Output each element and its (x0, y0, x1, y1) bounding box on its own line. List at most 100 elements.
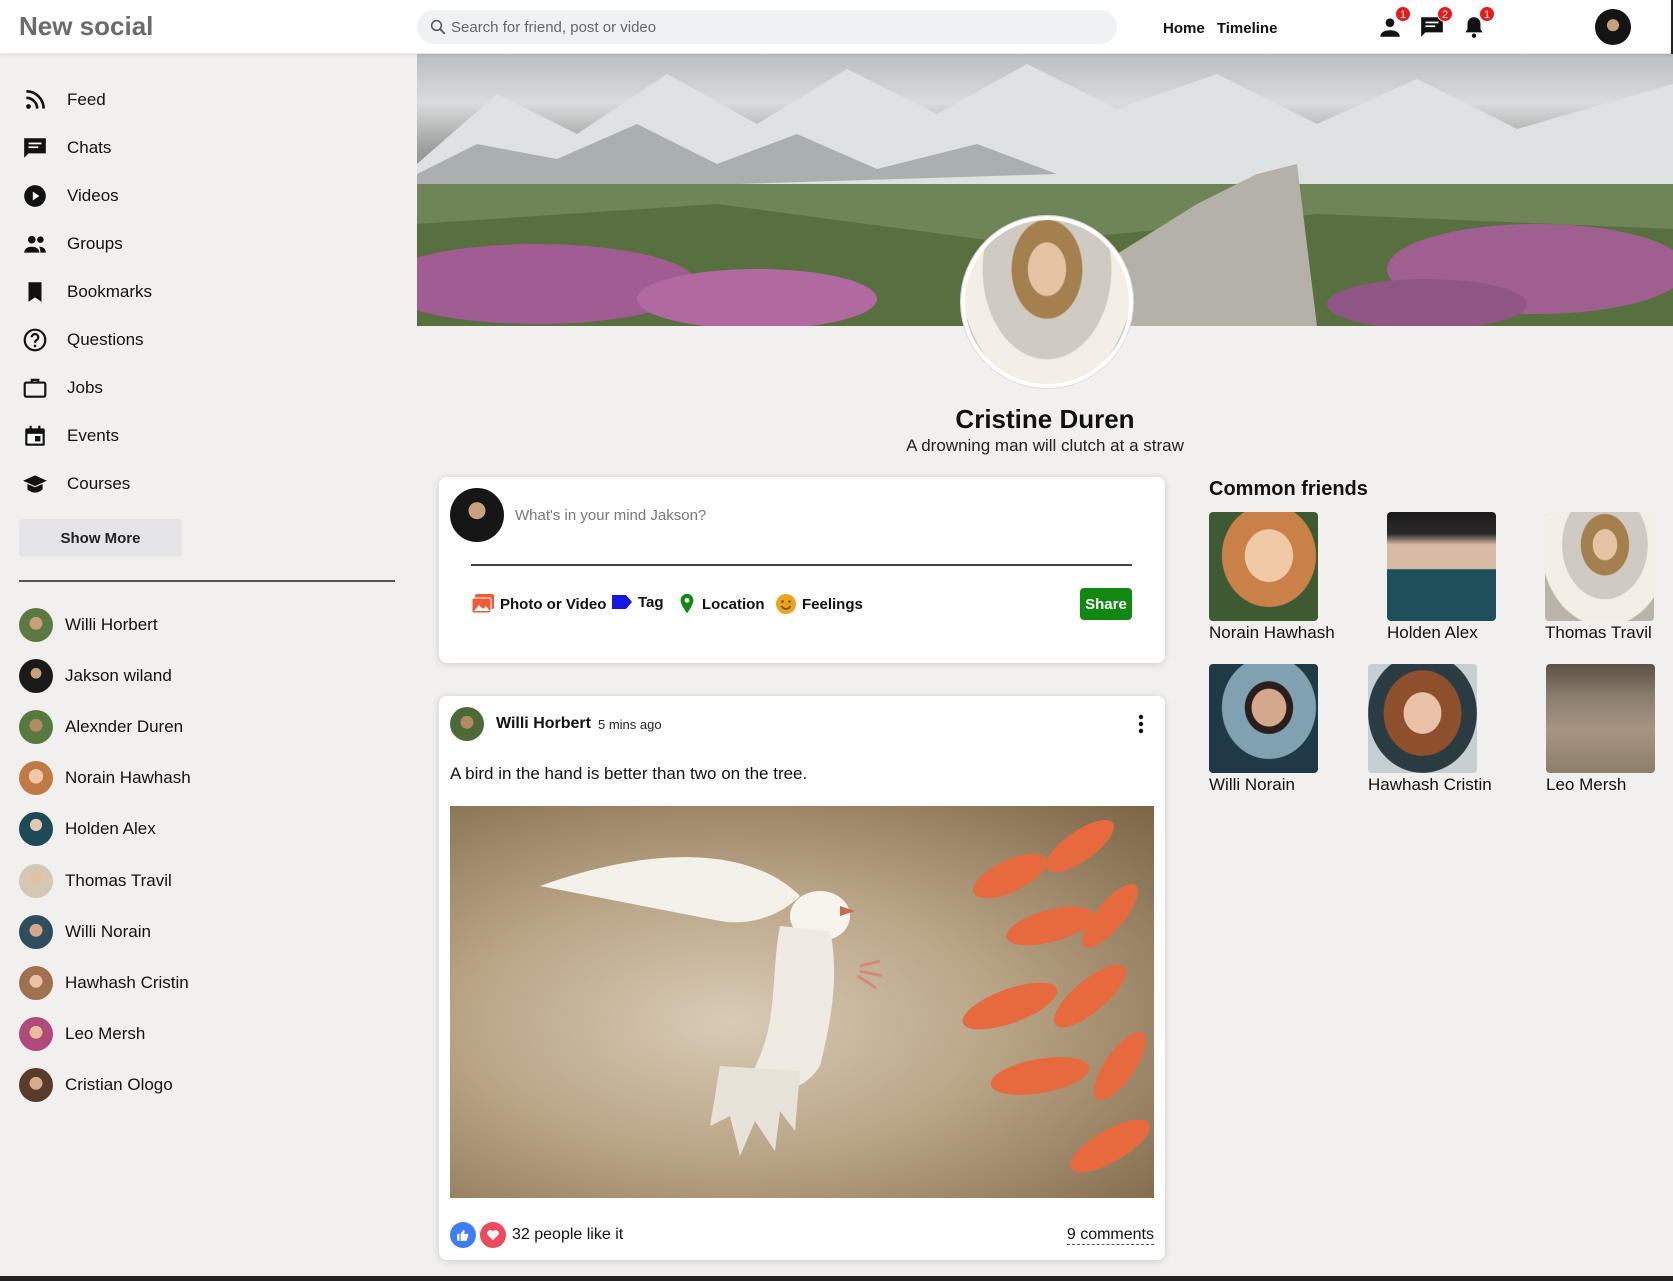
comments-link[interactable]: 9 comments (1066, 1226, 1154, 1245)
option-label: Feelings (802, 595, 863, 613)
friend-list-item[interactable]: Willi Norain (19, 906, 191, 957)
notifications-button[interactable]: 1 (1461, 6, 1495, 42)
avatar (19, 812, 53, 847)
friend-list-item[interactable]: Leo Mersh (19, 1009, 191, 1060)
tag-icon (612, 595, 632, 609)
more-options-icon[interactable] (1131, 712, 1151, 736)
friend-name: Leo Mersh (65, 1024, 146, 1044)
avatar (19, 607, 53, 642)
friend-name: Thomas Travil (65, 870, 172, 890)
sidebar-item-questions[interactable]: Questions (22, 316, 152, 364)
timeline-link[interactable]: Timeline (1217, 20, 1278, 37)
sidebar-item-label: Jobs (67, 378, 103, 397)
emoji-icon (776, 594, 796, 614)
bookmark-icon (28, 282, 42, 302)
sidebar-item-videos[interactable]: Videos (22, 172, 152, 220)
sidebar-item-events[interactable]: Events (22, 412, 152, 460)
friend-name: Hawhash Cristin (65, 972, 189, 992)
location-option[interactable]: Location (677, 593, 765, 615)
common-friend-card[interactable]: Willi Norain (1209, 664, 1318, 795)
composer-divider (471, 564, 1132, 566)
friend-name: Holden Alex (1387, 623, 1478, 642)
friend-photo (1209, 664, 1318, 773)
friend-name: Alexnder Duren (65, 716, 184, 736)
search-input[interactable] (451, 10, 1091, 44)
messages-badge: 2 (1437, 6, 1453, 22)
briefcase-icon (23, 378, 47, 398)
common-friend-card[interactable]: Holden Alex (1387, 512, 1496, 643)
friend-list-item[interactable]: Hawhash Cristin (19, 957, 191, 1008)
friend-list-item[interactable]: Alexnder Duren (19, 701, 191, 752)
tag-option[interactable]: Tag (611, 593, 664, 611)
profile-bio: A drowning man will clutch at a straw (906, 436, 1184, 455)
avatar (19, 1017, 53, 1052)
thumbs-up-icon[interactable] (450, 1222, 476, 1248)
common-friend-card[interactable]: Thomas Travil (1545, 512, 1654, 643)
friend-name: Norain Hawhash (65, 768, 191, 788)
friend-name: Willi Horbert (65, 614, 158, 634)
friend-photo (1209, 512, 1318, 621)
friend-list-item[interactable]: Thomas Travil (19, 855, 191, 906)
feelings-option[interactable]: Feelings (775, 593, 863, 615)
post-text: A bird in the hand is better than two on… (450, 764, 808, 783)
friend-name: Willi Norain (65, 921, 151, 941)
app-logo[interactable]: New social (19, 11, 153, 42)
rss-icon (26, 90, 45, 109)
avatar (19, 914, 53, 949)
post-image[interactable] (450, 806, 1154, 1198)
left-sidebar: Feed Chats Videos Groups Bookmarks Quest… (0, 54, 395, 1278)
user-avatar[interactable] (1595, 9, 1631, 45)
option-label: Photo or Video (500, 595, 607, 613)
top-bar: New social Home Timeline 1 2 1 (0, 0, 1673, 54)
friend-list-item[interactable]: Willi Horbert (19, 599, 191, 650)
photo-icon (471, 594, 494, 614)
friend-list-item[interactable]: Jakson wiland (19, 650, 191, 701)
friend-requests-badge: 1 (1395, 6, 1411, 22)
photo-video-option[interactable]: Photo or Video (471, 593, 606, 615)
avatar (19, 658, 53, 693)
messages-button[interactable]: 2 (1419, 6, 1453, 42)
friend-name: Norain Hawhash (1209, 623, 1335, 642)
location-pin-icon (680, 593, 694, 614)
common-friend-card[interactable]: Leo Mersh (1546, 664, 1655, 795)
avatar (19, 761, 53, 796)
profile-picture[interactable] (961, 216, 1133, 388)
avatar (19, 965, 53, 1000)
friend-requests-button[interactable]: 1 (1377, 6, 1411, 42)
avatar[interactable] (450, 707, 484, 741)
post-input[interactable] (515, 501, 1115, 529)
sidebar-item-chats[interactable]: Chats (22, 124, 152, 172)
common-friend-card[interactable]: Hawhash Cristin (1368, 664, 1492, 795)
friend-list-item[interactable]: Cristian Ologo (19, 1060, 191, 1111)
chat-icon (24, 138, 46, 158)
notifications-badge: 1 (1479, 6, 1495, 22)
sidebar-item-groups[interactable]: Groups (22, 220, 152, 268)
sidebar-item-label: Videos (67, 186, 119, 205)
friend-name: Holden Alex (65, 819, 156, 839)
friend-list-item[interactable]: Norain Hawhash (19, 753, 191, 804)
top-nav-links: Home Timeline (1163, 20, 1285, 37)
heart-icon[interactable] (480, 1222, 506, 1248)
group-icon (24, 235, 46, 253)
help-circle-icon (23, 328, 47, 352)
common-friend-card[interactable]: Norain Hawhash (1209, 512, 1335, 643)
sidebar-item-jobs[interactable]: Jobs (22, 364, 152, 412)
share-button[interactable]: Share (1080, 588, 1132, 620)
avatar (450, 488, 504, 542)
profile-name: Cristine Duren (955, 404, 1135, 434)
home-link[interactable]: Home (1163, 20, 1205, 37)
sidebar-item-label: Chats (67, 138, 112, 157)
friend-list-item[interactable]: Holden Alex (19, 804, 191, 855)
sidebar-divider (19, 580, 395, 582)
search-bar[interactable] (417, 10, 1117, 44)
school-icon (23, 475, 47, 493)
sidebar-item-courses[interactable]: Courses (22, 460, 152, 508)
sidebar-item-label: Bookmarks (67, 282, 153, 301)
post-author[interactable]: Willi Horbert (496, 715, 591, 733)
sidebar-item-label: Questions (67, 330, 144, 349)
sidebar-item-label: Feed (67, 90, 106, 109)
avatar (19, 1068, 53, 1103)
show-more-button[interactable]: Show More (19, 519, 182, 557)
sidebar-item-feed[interactable]: Feed (22, 76, 152, 124)
sidebar-item-bookmarks[interactable]: Bookmarks (22, 268, 152, 316)
